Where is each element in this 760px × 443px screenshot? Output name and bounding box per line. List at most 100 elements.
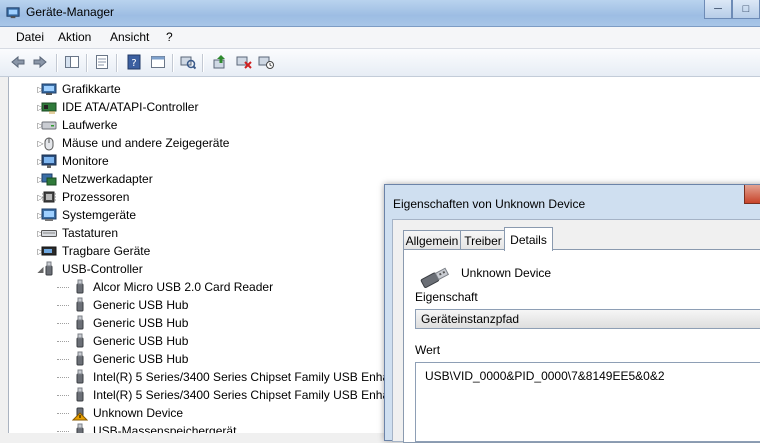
tree-item-label: Grafikkarte [62, 82, 121, 96]
network-adapter-icon [41, 173, 57, 186]
tree-device[interactable]: Intel(R) 5 Series/3400 Series Chipset Fa… [72, 386, 415, 404]
tree-device[interactable]: Intel(R) 5 Series/3400 Series Chipset Fa… [72, 368, 415, 386]
mouse-icon [44, 137, 54, 151]
tree-category[interactable]: Netzwerkadapter [41, 170, 153, 188]
tree-connector [57, 305, 69, 306]
forward-arrow-icon[interactable] [32, 54, 48, 70]
tree-category[interactable]: Tastaturen [41, 224, 118, 242]
monitor-icon [41, 154, 57, 168]
minimize-icon: ─ [714, 3, 722, 15]
tree-device[interactable]: Generic USB Hub [72, 350, 188, 368]
minimize-button[interactable]: ─ [704, 0, 732, 19]
properties-dialog: Eigenschaften von Unknown Device Allgeme… [384, 184, 760, 443]
ide-controller-icon [41, 102, 57, 114]
tree-item-label: Generic USB Hub [93, 334, 189, 348]
show-hide-tree-icon[interactable] [64, 54, 80, 70]
tree-connector [57, 413, 69, 414]
tree-item-label: USB-Massenspeichergerät [93, 424, 237, 433]
disable-device-icon[interactable] [258, 54, 274, 70]
tree-item-label: IDE ATA/ATAPI-Controller [62, 100, 199, 114]
usb-plug-icon [76, 351, 84, 366]
tree-connector [57, 377, 69, 378]
update-driver-icon[interactable] [212, 54, 228, 70]
menu-action[interactable]: Aktion [58, 30, 91, 44]
tree-connector [57, 287, 69, 288]
help-icon[interactable]: ? [126, 54, 142, 70]
uninstall-device-icon[interactable] [236, 54, 252, 70]
tree-item-label: Systemgeräte [62, 208, 137, 222]
tree-device[interactable]: Generic USB Hub [72, 332, 188, 350]
usb-plug-icon [45, 261, 53, 276]
warning-usb-icon [72, 407, 88, 421]
window-title-bar: Geräte-Manager ─ □ [0, 0, 760, 27]
tree-connector [57, 431, 69, 432]
value-text[interactable]: USB\VID_0000&PID_0000\7&8149EE5&0&2 [425, 369, 665, 383]
details-panel: Unknown Device Eigenschaft Geräteinstanz… [403, 249, 760, 443]
tree-item-label: Generic USB Hub [93, 352, 189, 366]
disk-drive-icon [41, 121, 57, 130]
tree-device[interactable]: Alcor Micro USB 2.0 Card Reader [72, 278, 273, 296]
menu-help[interactable]: ? [166, 30, 173, 44]
menu-file[interactable]: Datei [16, 30, 44, 44]
properties-sheet-icon[interactable] [94, 54, 110, 70]
usb-plug-icon [76, 279, 84, 294]
tree-category[interactable]: Laufwerke [41, 116, 117, 134]
usb-plug-icon [76, 369, 84, 384]
keyboard-icon [41, 230, 57, 237]
dialog-close-button[interactable] [744, 185, 760, 204]
tree-connector [57, 395, 69, 396]
device-manager-icon [6, 7, 20, 19]
tree-item-label: Netzwerkadapter [62, 172, 153, 186]
menu-bar: Datei Aktion Ansicht ? [0, 27, 760, 49]
property-select[interactable]: Geräteinstanzpfad [415, 309, 760, 329]
tree-category[interactable]: USB-Controller [41, 260, 143, 278]
tree-item-label: Intel(R) 5 Series/3400 Series Chipset Fa… [93, 388, 416, 402]
menu-view[interactable]: Ansicht [110, 30, 149, 44]
portable-devices-icon [41, 246, 57, 256]
tree-item-label: Monitore [62, 154, 109, 168]
display-adapter-icon [41, 83, 57, 95]
tree-item-label: Prozessoren [62, 190, 130, 204]
tree-device[interactable]: Generic USB Hub [72, 296, 188, 314]
tree-item-label: Mäuse und andere Zeigegeräte [62, 136, 230, 150]
property-label: Eigenschaft [415, 290, 478, 304]
maximize-icon: □ [742, 3, 750, 15]
tree-category[interactable]: Mäuse und andere Zeigegeräte [41, 134, 229, 152]
window-view-icon[interactable] [150, 54, 166, 70]
window-title: Geräte-Manager [26, 5, 115, 19]
usb-plug-icon [76, 387, 84, 402]
tree-item-label: USB-Controller [62, 262, 143, 276]
usb-plug-icon [76, 315, 84, 330]
device-name: Unknown Device [461, 266, 552, 280]
maximize-button[interactable]: □ [732, 0, 760, 19]
tree-category[interactable]: Monitore [41, 152, 109, 170]
tree-device[interactable]: USB-Massenspeichergerät [72, 422, 236, 433]
tree-item-label: Laufwerke [62, 118, 118, 132]
tree-device[interactable]: Generic USB Hub [72, 314, 188, 332]
tree-item-label: Tragbare Geräte [62, 244, 151, 258]
tree-item-label: Intel(R) 5 Series/3400 Series Chipset Fa… [93, 370, 416, 384]
tree-device[interactable]: Unknown Device [72, 404, 183, 422]
usb-plug-icon [76, 297, 84, 312]
tab-details[interactable]: Details [504, 227, 553, 251]
tree-connector [57, 341, 69, 342]
dialog-title: Eigenschaften von Unknown Device [393, 197, 586, 211]
tree-category[interactable]: IDE ATA/ATAPI-Controller [41, 98, 198, 116]
usb-plug-icon [76, 423, 84, 433]
dialog-body: Allgemein Treiber Details Unknown Device… [392, 219, 760, 443]
tab-general[interactable]: Allgemein [403, 230, 461, 250]
scan-hardware-icon[interactable] [180, 54, 196, 70]
tree-connector [57, 359, 69, 360]
tree-category[interactable]: Grafikkarte [41, 80, 121, 98]
tree-category[interactable]: Tragbare Geräte [41, 242, 150, 260]
back-arrow-icon[interactable] [10, 54, 26, 70]
tree-item-label: Tastaturen [62, 226, 119, 240]
tree-item-label: Generic USB Hub [93, 316, 189, 330]
value-listbox[interactable]: USB\VID_0000&PID_0000\7&8149EE5&0&2 [415, 362, 760, 442]
tab-driver[interactable]: Treiber [460, 230, 506, 250]
processor-icon [42, 191, 56, 203]
usb-plug-icon [76, 333, 84, 348]
tree-item-label: Alcor Micro USB 2.0 Card Reader [93, 280, 274, 294]
tree-category[interactable]: Prozessoren [41, 188, 129, 206]
tree-category[interactable]: Systemgeräte [41, 206, 136, 224]
